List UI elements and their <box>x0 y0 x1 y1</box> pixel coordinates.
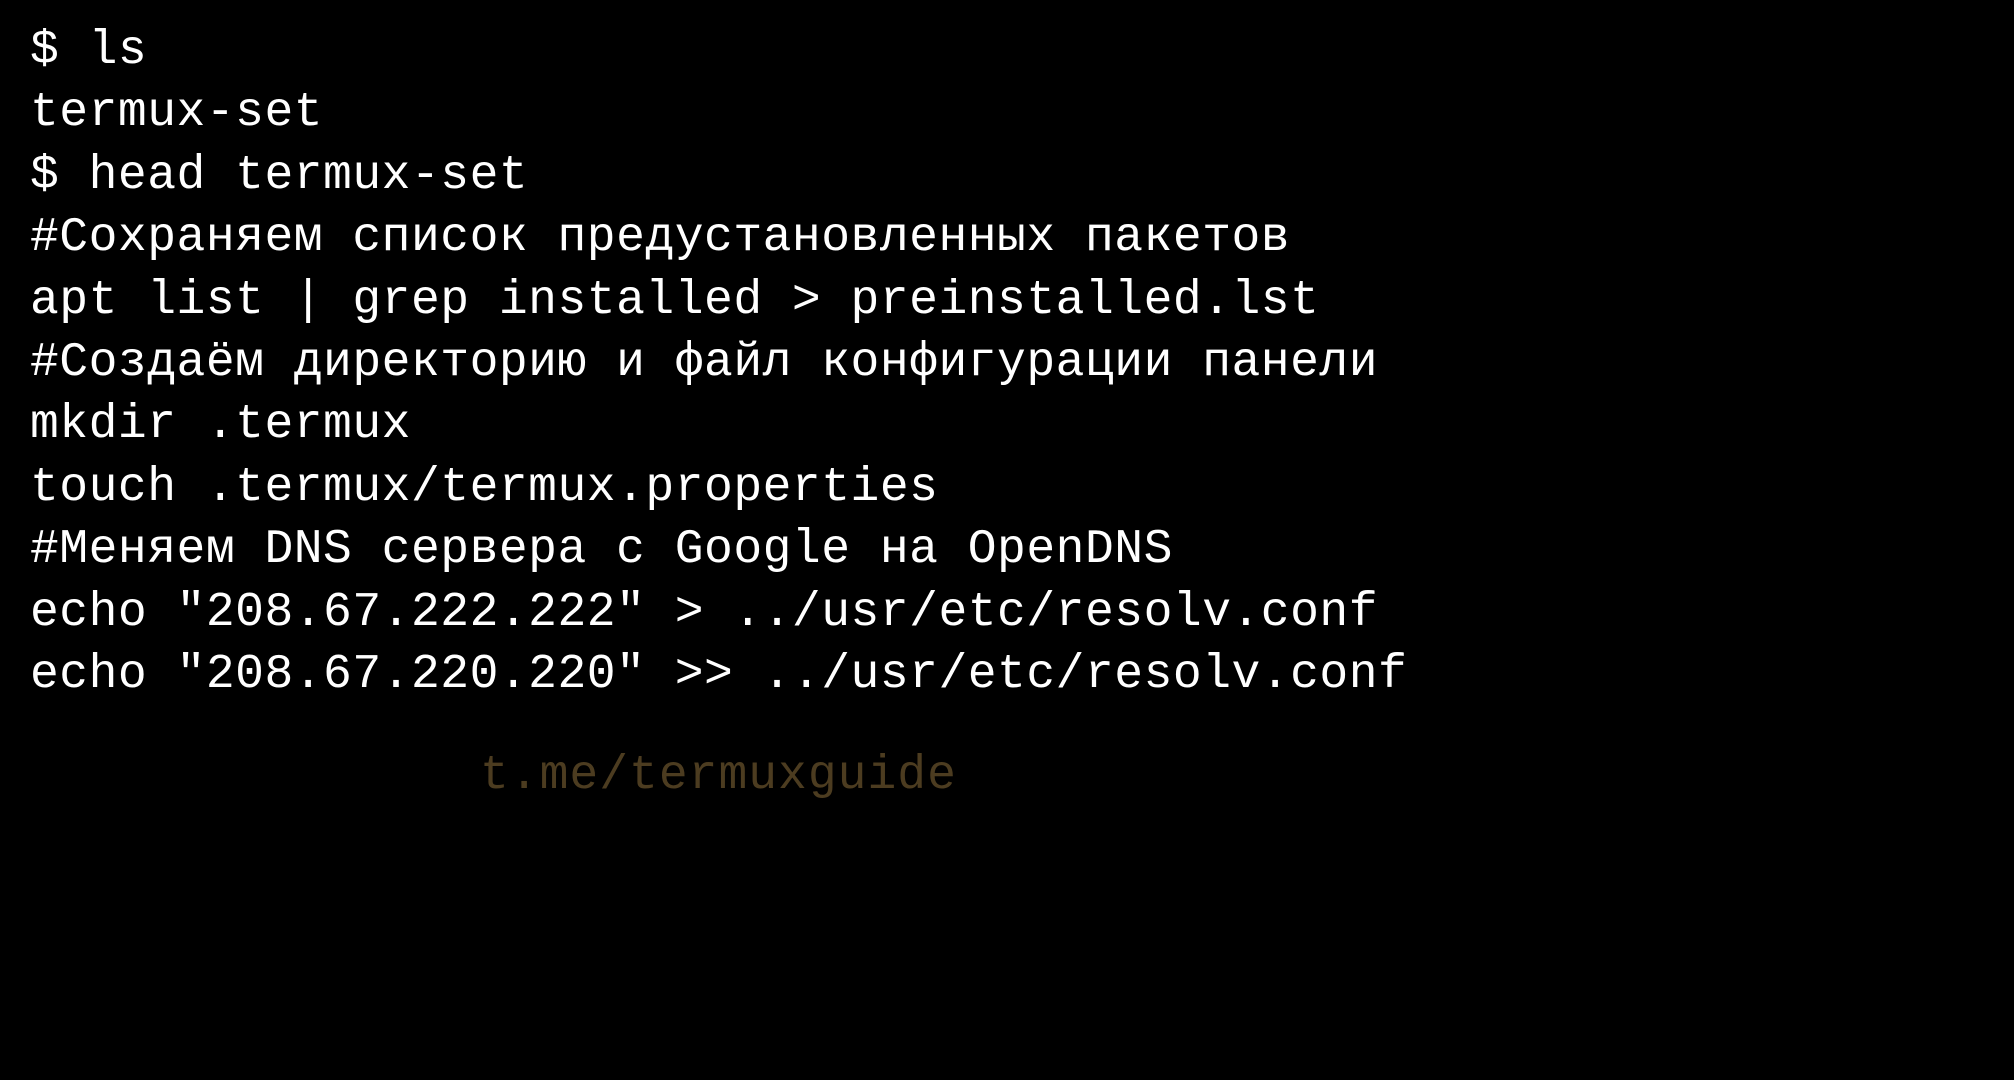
watermark-text: t.me/termuxguide <box>480 745 957 807</box>
terminal-line: #Создаём директорию и файл конфигурации … <box>30 332 1984 394</box>
terminal-output[interactable]: $ ls termux-set $ head termux-set #Сохра… <box>30 20 1984 706</box>
terminal-line: $ head termux-set <box>30 145 1984 207</box>
terminal-line: #Меняем DNS сервера с Google на OpenDNS <box>30 519 1984 581</box>
terminal-line: echo "208.67.220.220" >> ../usr/etc/reso… <box>30 644 1984 706</box>
terminal-line: apt list | grep installed > preinstalled… <box>30 270 1984 332</box>
terminal-line: mkdir .termux <box>30 394 1984 456</box>
terminal-line: touch .termux/termux.properties <box>30 457 1984 519</box>
terminal-line: echo "208.67.222.222" > ../usr/etc/resol… <box>30 582 1984 644</box>
terminal-line: $ ls <box>30 20 1984 82</box>
terminal-line: termux-set <box>30 82 1984 144</box>
terminal-line: #Сохраняем список предустановленных паке… <box>30 207 1984 269</box>
